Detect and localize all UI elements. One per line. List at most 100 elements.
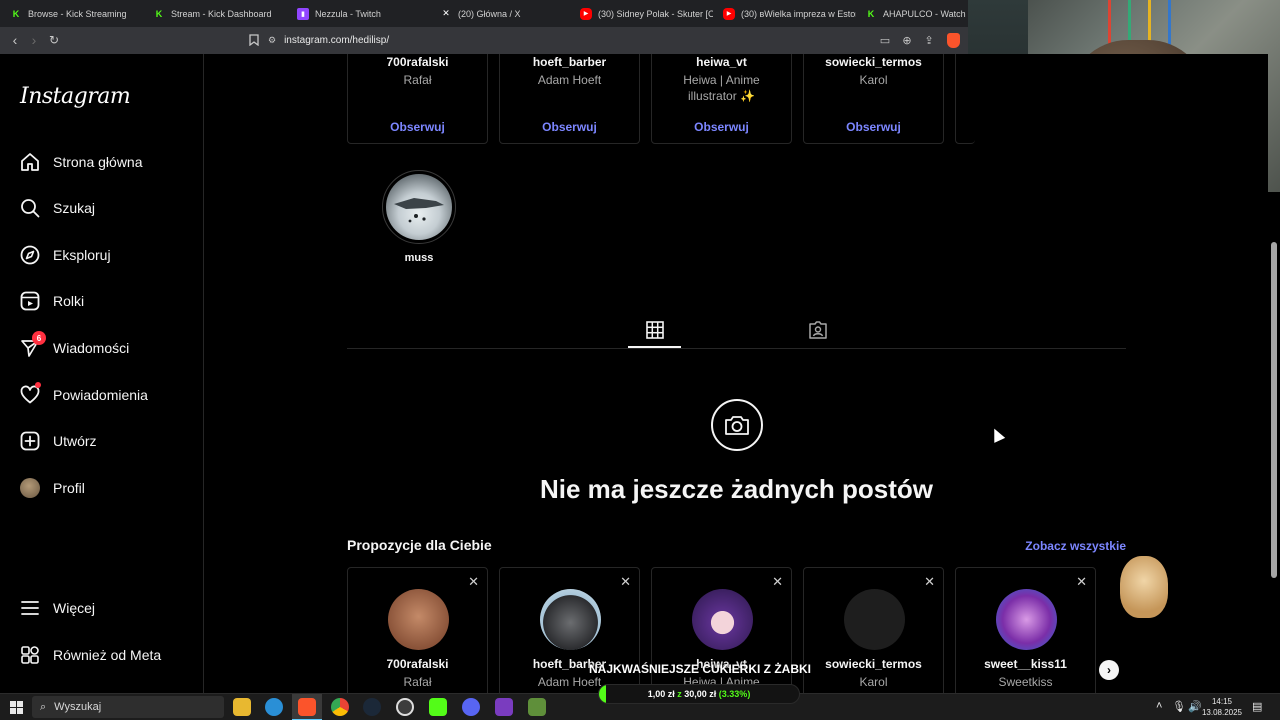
meta-apps-icon <box>20 645 40 665</box>
avatar[interactable] <box>388 589 449 650</box>
edge-icon[interactable] <box>265 698 283 716</box>
instagram-logo[interactable]: Instagram <box>20 84 131 109</box>
browser-tab[interactable]: ▶ (30) Sidney Polak - Skuter [Offi <box>570 0 713 27</box>
suggestion-card[interactable]: ✕ sowiecki_termos Karol <box>803 567 944 693</box>
url-field[interactable]: ⚙ instagram.com/hedilisp/ <box>268 31 968 50</box>
camera-icon <box>711 399 763 451</box>
dismiss-icon[interactable]: ✕ <box>924 574 935 590</box>
browser-tab[interactable]: ▮ Nezzula - Twitch <box>287 0 432 27</box>
page-scrollbar[interactable] <box>1268 192 1280 693</box>
steam-icon[interactable] <box>363 698 381 716</box>
browser-tab[interactable]: ▶ (30) ʙWielka impreza w Estoni <box>713 0 856 27</box>
browser-tab-title: (30) ʙWielka impreza w Estoni <box>741 8 856 19</box>
discord-icon[interactable] <box>462 698 480 716</box>
suggested-username[interactable]: hoeft_barber <box>500 55 639 69</box>
notification-dot <box>35 382 41 388</box>
obs-icon[interactable] <box>396 698 414 716</box>
home-icon <box>20 152 40 172</box>
kick-icon: K <box>12 8 20 19</box>
suggested-account-card[interactable]: hoeft_barber Adam Hoeft Obserwuj <box>499 54 640 144</box>
windows-start-icon[interactable] <box>10 701 23 714</box>
nav-also-from-meta[interactable]: Również od Meta <box>20 643 161 667</box>
dismiss-icon[interactable]: ✕ <box>772 574 783 590</box>
tab-posts[interactable] <box>645 320 665 340</box>
suggestions-title: Propozycje dla Ciebie <box>347 537 492 553</box>
microphone-icon[interactable]: 🎙 <box>1172 700 1186 713</box>
follow-button[interactable]: Obserwuj <box>804 120 943 134</box>
search-icon: ⌕ <box>40 700 47 713</box>
nav-search[interactable]: Szukaj <box>20 196 95 220</box>
suggestion-card[interactable]: ✕ 700rafalski Rafał <box>347 567 488 693</box>
nav-notifications[interactable]: Powiadomienia <box>20 382 148 407</box>
scrollbar-thumb[interactable] <box>1271 242 1277 578</box>
nav-messages[interactable]: 6 Wiadomości <box>20 331 130 360</box>
reload-icon[interactable]: ↻ <box>45 31 63 49</box>
youtube-icon: ▶ <box>580 7 592 20</box>
file-explorer-icon[interactable] <box>233 698 251 716</box>
nav-label: Strona główna <box>53 154 143 170</box>
browser-tab[interactable]: K Stream - Kick Dashboard <box>143 0 288 27</box>
kick-icon[interactable] <box>429 698 447 716</box>
suggested-username[interactable]: sowiecki_termos <box>804 55 943 69</box>
avatar[interactable] <box>996 589 1057 650</box>
reels-icon <box>20 291 40 311</box>
browser-tab[interactable]: K AHAPULCO - Watch clips <box>855 0 968 27</box>
nav-explore[interactable]: Eksploruj <box>20 243 111 267</box>
suggested-account-card[interactable] <box>955 54 975 144</box>
nav-reels[interactable]: Rolki <box>20 289 84 313</box>
nav-more[interactable]: Więcej <box>20 596 95 620</box>
clock-date: 13.08.2025 <box>1201 708 1243 717</box>
see-all-link[interactable]: Zobacz wszystkie <box>995 539 1126 553</box>
taskbar-clock[interactable]: 14:15 13.08.2025 <box>1200 696 1244 718</box>
follow-button[interactable]: Obserwuj <box>652 120 791 134</box>
bookmark-icon[interactable] <box>245 31 263 49</box>
cast-icon[interactable]: ▭ <box>876 31 894 49</box>
back-icon[interactable]: ‹ <box>6 31 24 49</box>
follow-button[interactable]: Obserwuj <box>348 120 487 134</box>
zoom-icon[interactable]: ⊕ <box>898 31 916 49</box>
browser-tab[interactable]: ✕ (20) Główna / X <box>430 0 575 27</box>
notifications-icon[interactable]: ▤ <box>1252 700 1262 713</box>
brave-shield-icon[interactable] <box>947 33 960 48</box>
taskbar-search[interactable]: ⌕ Wyszukaj <box>32 696 224 718</box>
brave-icon[interactable] <box>298 698 316 716</box>
grid-icon <box>646 321 664 339</box>
chrome-icon[interactable] <box>331 698 349 716</box>
chevron-up-icon[interactable]: ˄ <box>1156 700 1162 712</box>
suggested-account-card[interactable]: sowiecki_termos Karol Obserwuj <box>803 54 944 144</box>
nav-profile[interactable]: Profil <box>20 476 85 500</box>
taskbar-search-placeholder: Wyszukaj <box>54 701 102 713</box>
suggested-username[interactable]: sowiecki_termos <box>804 657 943 671</box>
highlight-cover <box>386 174 452 240</box>
nav-create[interactable]: Utwórz <box>20 429 97 453</box>
suggested-account-card[interactable]: heiwa_vt Heiwa | Anime illustrator ✨ Obs… <box>651 54 792 144</box>
dismiss-icon[interactable]: ✕ <box>1076 574 1087 590</box>
nav-label: Powiadomienia <box>53 387 148 403</box>
donation-goal-bar: 1,00 zł z 30,00 zł (3.33%) <box>598 684 800 704</box>
story-highlight[interactable] <box>382 170 456 244</box>
nav-label: Wiadomości <box>53 340 130 356</box>
forward-icon[interactable]: › <box>25 31 43 49</box>
dismiss-icon[interactable]: ✕ <box>620 574 631 590</box>
donation-percent: (3.33%) <box>718 689 751 699</box>
suggested-username[interactable]: sweet__kiss11 <box>956 657 1095 671</box>
tab-tagged[interactable] <box>808 320 828 340</box>
heart-icon <box>20 382 41 405</box>
share-icon[interactable]: ⇪ <box>920 31 938 49</box>
avatar[interactable] <box>692 589 753 650</box>
avatar[interactable] <box>540 589 601 650</box>
suggested-account-card[interactable]: 700rafalski Rafał Obserwuj <box>347 54 488 144</box>
chevron-right-icon[interactable]: › <box>1099 660 1119 680</box>
suggested-username[interactable]: heiwa_vt <box>652 55 791 69</box>
suggestion-card[interactable]: ✕ sweet__kiss11 Sweetkiss <box>955 567 1096 693</box>
nav-home[interactable]: Strona główna <box>20 150 143 174</box>
site-info-icon[interactable]: ⚙ <box>268 35 276 46</box>
avatar[interactable] <box>844 589 905 650</box>
app-icon[interactable] <box>495 698 513 716</box>
suggested-username[interactable]: 700rafalski <box>348 657 487 671</box>
app-icon[interactable] <box>528 698 546 716</box>
suggested-username[interactable]: 700rafalski <box>348 55 487 69</box>
browser-tab[interactable]: K Browse - Kick Streaming <box>0 0 145 27</box>
dismiss-icon[interactable]: ✕ <box>468 574 479 590</box>
follow-button[interactable]: Obserwuj <box>500 120 639 134</box>
